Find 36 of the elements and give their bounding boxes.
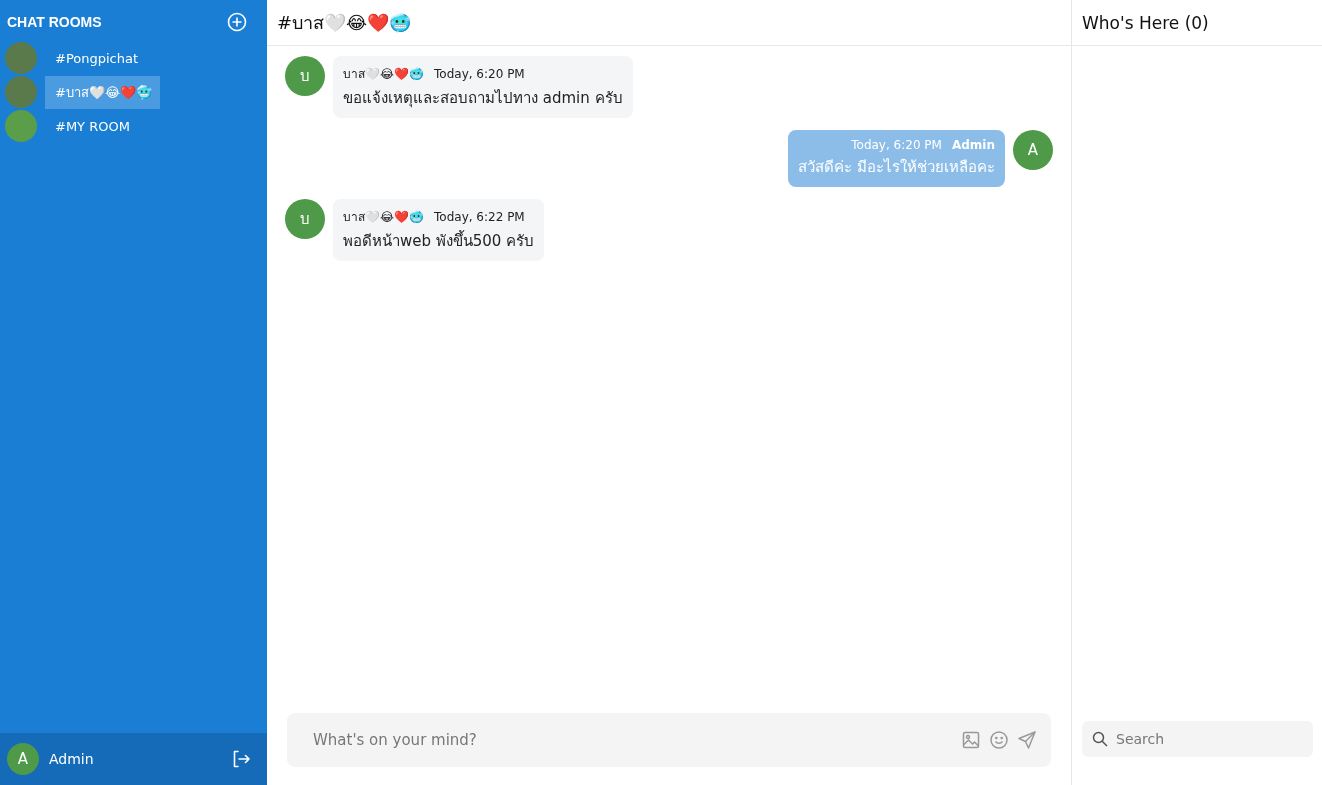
- room-avatar: [5, 110, 37, 142]
- sender-avatar: บ: [285, 56, 325, 96]
- message-text: สวัสดีค่ะ มีอะไรให้ช่วยเหลือคะ: [798, 157, 995, 178]
- user-name: Admin: [49, 751, 95, 767]
- logout-icon: [231, 749, 251, 769]
- sender-name: Admin: [951, 138, 995, 152]
- smiley-icon: [989, 730, 1009, 750]
- send-button[interactable]: [1017, 730, 1037, 750]
- sidebar-title: CHAT ROOMS: [7, 14, 102, 30]
- logout-button[interactable]: [231, 749, 251, 769]
- search-field[interactable]: Search: [1082, 721, 1313, 757]
- message-time: Today, 6:22 PM: [434, 210, 525, 224]
- send-icon: [1017, 730, 1037, 750]
- message-input[interactable]: What's on your mind?: [311, 730, 953, 750]
- message-composer[interactable]: What's on your mind?: [287, 713, 1051, 767]
- user-avatar: A: [7, 743, 39, 775]
- sender-avatar: บ: [285, 199, 325, 239]
- room-photo-placeholder: [5, 76, 37, 108]
- message-time: Today, 6:20 PM: [434, 67, 525, 81]
- message-text: ขอแจ้งเหตุและสอบถามไปทาง admin ครับ: [343, 88, 623, 110]
- sender-avatar: A: [1013, 130, 1053, 170]
- image-icon: [961, 730, 981, 750]
- plus-circle-icon: [227, 12, 247, 32]
- message-text: พอดีหน้าweb พังขึ้น500 ครับ: [343, 229, 535, 252]
- message-time: Today, 6:20 PM: [851, 138, 942, 152]
- image-button[interactable]: [961, 730, 981, 750]
- sender-name: บาส🤍😂❤🥶: [343, 209, 425, 226]
- room-item[interactable]: #MY ROOM: [45, 112, 138, 140]
- sender-name: บาส🤍😂❤🥶: [343, 66, 425, 83]
- room-photo-placeholder: [5, 42, 37, 74]
- room-item[interactable]: #บาส🤍😂❤🥶: [45, 75, 161, 109]
- room-item[interactable]: #Pongpichat: [45, 44, 147, 72]
- emoji-button[interactable]: [989, 730, 1009, 750]
- add-room-button[interactable]: [227, 12, 247, 32]
- chat-title: #บาส🤍😂❤🥶: [277, 11, 412, 35]
- panel-title: Who's Here (0): [1082, 12, 1209, 33]
